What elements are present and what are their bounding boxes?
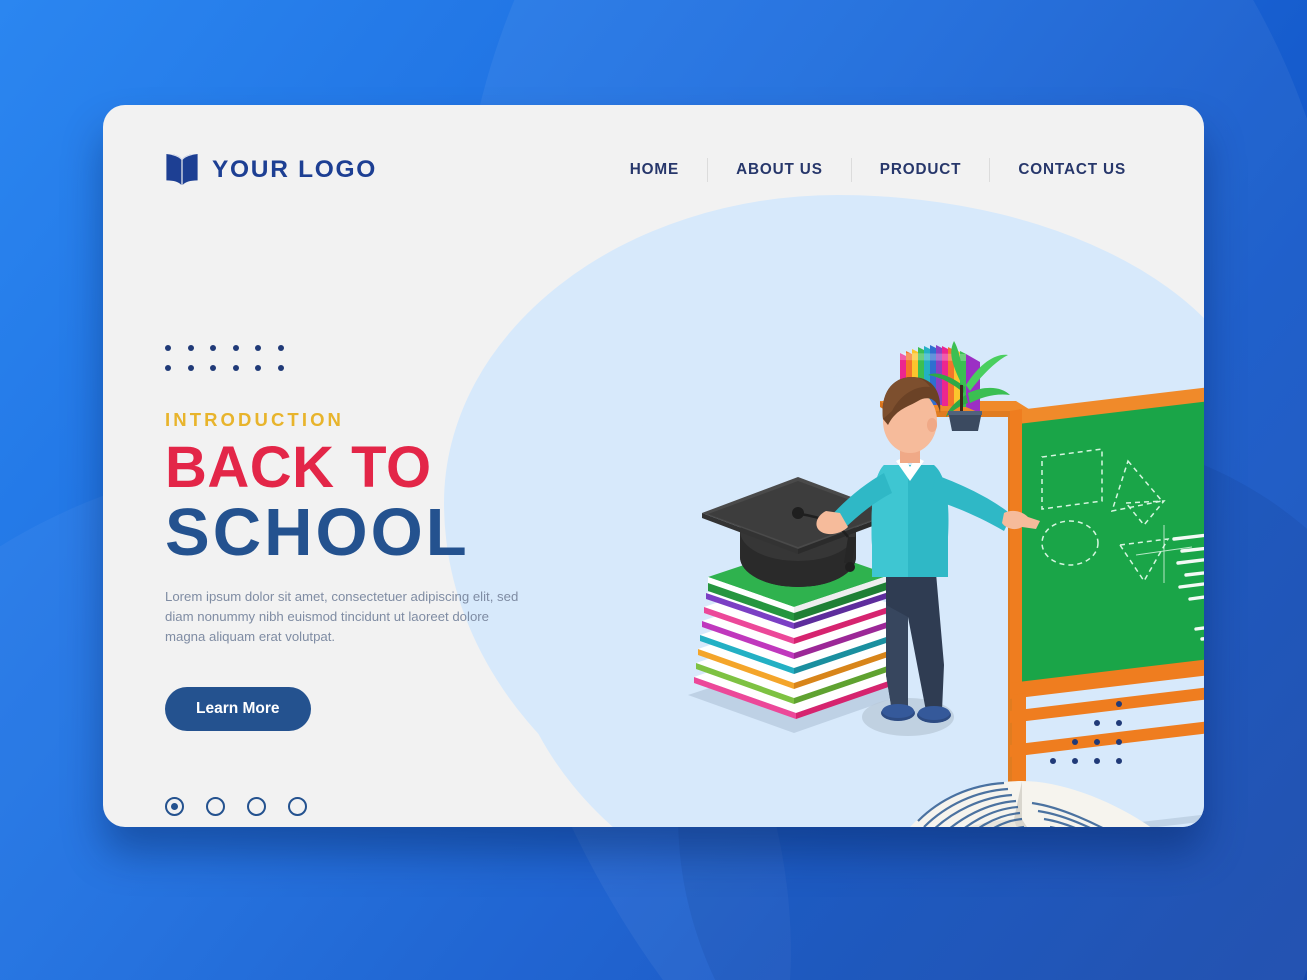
nav-item-home[interactable]: HOME	[602, 161, 707, 179]
open-book-illustration	[910, 781, 1151, 827]
hero-content: INTRODUCTION BACK TO SCHOOL Lorem ipsum …	[165, 345, 645, 817]
primary-navigation: HOME ABOUT US PRODUCT CONTACT US	[602, 158, 1154, 182]
site-header: YOUR LOGO HOME ABOUT US PRODUCT CONTACT …	[103, 105, 1204, 235]
decorative-corner-dots	[1050, 701, 1138, 777]
nav-item-product[interactable]: PRODUCT	[852, 161, 990, 179]
open-book-icon	[166, 154, 198, 185]
carousel-dot-2[interactable]	[206, 797, 225, 817]
brand-logo[interactable]: YOUR LOGO	[165, 152, 377, 188]
hero-title-line-2: SCHOOL	[165, 494, 470, 570]
carousel-pagination	[165, 797, 645, 817]
carousel-dot-1[interactable]	[165, 797, 184, 817]
hero-paragraph: Lorem ipsum dolor sit amet, consectetuer…	[165, 589, 519, 645]
brand-name: YOUR LOGO	[212, 156, 378, 183]
learn-more-button[interactable]: Learn More	[165, 687, 311, 732]
hero-title-line-1: BACK TO	[165, 435, 432, 500]
nav-item-about-us[interactable]: ABOUT US	[708, 161, 851, 179]
landing-page-card: YOUR LOGO HOME ABOUT US PRODUCT CONTACT …	[103, 105, 1204, 827]
nav-item-contact-us[interactable]: CONTACT US	[990, 161, 1154, 179]
carousel-dot-3[interactable]	[247, 797, 266, 817]
hero-eyebrow: INTRODUCTION	[165, 409, 345, 430]
carousel-dot-4[interactable]	[288, 797, 307, 817]
decorative-dot-grid	[165, 345, 645, 385]
